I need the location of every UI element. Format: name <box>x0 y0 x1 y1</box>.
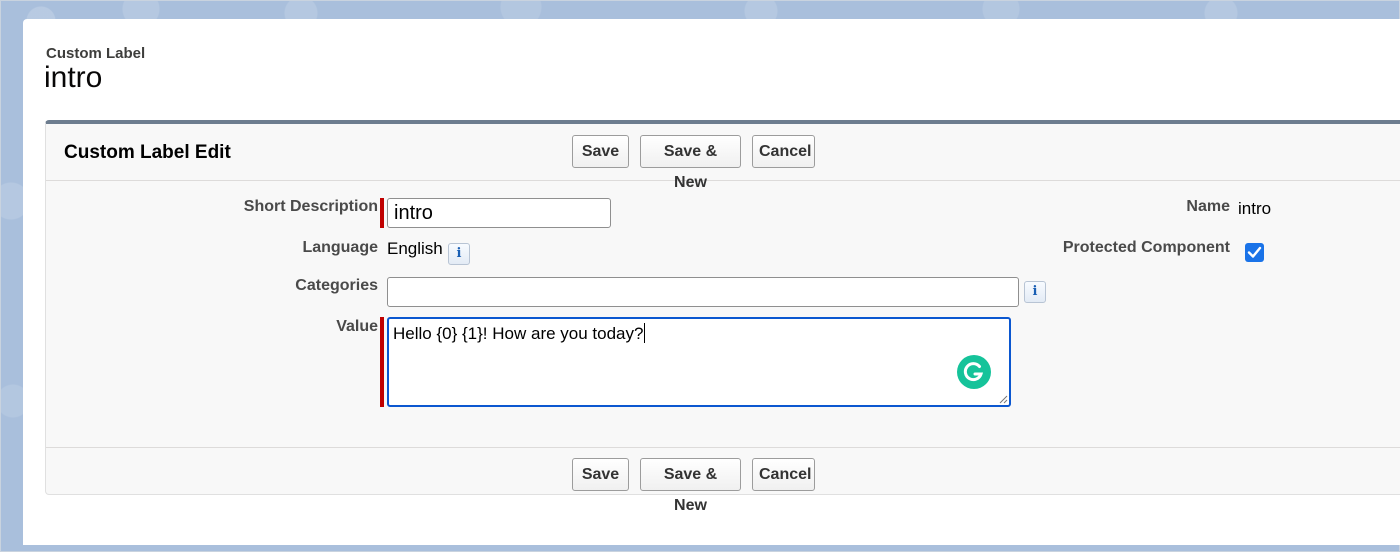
resize-grip-icon[interactable] <box>998 394 1008 404</box>
info-icon[interactable]: i <box>1024 281 1046 303</box>
value-text: Hello {0} {1}! How are you today? <box>393 324 644 343</box>
edit-panel: Custom Label Edit Save Save & New Cancel… <box>45 120 1400 514</box>
panel-footer: Save Save & New Cancel <box>46 447 1400 514</box>
categories-label: Categories <box>295 277 378 294</box>
value-textarea[interactable]: Hello {0} {1}! How are you today? <box>387 317 1011 407</box>
info-icon[interactable]: i <box>448 243 470 265</box>
page-eyebrow: Custom Label <box>46 45 146 62</box>
required-indicator <box>380 198 384 228</box>
panel-title: Custom Label Edit <box>64 142 231 163</box>
protected-component-checkbox[interactable] <box>1245 243 1264 262</box>
cancel-button-bottom[interactable]: Cancel <box>752 458 815 491</box>
save-and-new-button-bottom[interactable]: Save & New <box>640 458 741 514</box>
grammarly-icon[interactable] <box>957 355 991 389</box>
page-title: intro <box>44 61 103 94</box>
required-indicator <box>380 317 384 407</box>
short-description-label: Short Description <box>243 198 378 215</box>
page-content: Custom Label intro Custom Label Edit Sav… <box>23 19 1400 545</box>
language-value: English <box>387 239 443 258</box>
name-value: intro <box>1238 199 1272 218</box>
save-and-new-button-top[interactable]: Save & New <box>640 135 741 191</box>
protected-component-label: Protected Component <box>1062 239 1230 256</box>
categories-input[interactable] <box>387 277 1019 307</box>
language-label: Language <box>302 239 378 256</box>
panel-header: Custom Label Edit Save Save & New Cancel <box>46 124 1400 191</box>
text-caret <box>644 323 646 343</box>
save-button-top[interactable]: Save <box>572 135 629 168</box>
short-description-input[interactable] <box>387 198 611 228</box>
name-label: Name <box>1186 198 1230 215</box>
cancel-button-top[interactable]: Cancel <box>752 135 815 168</box>
save-button-bottom[interactable]: Save <box>572 458 629 491</box>
checkmark-icon <box>1247 246 1262 258</box>
value-label: Value <box>336 318 378 335</box>
